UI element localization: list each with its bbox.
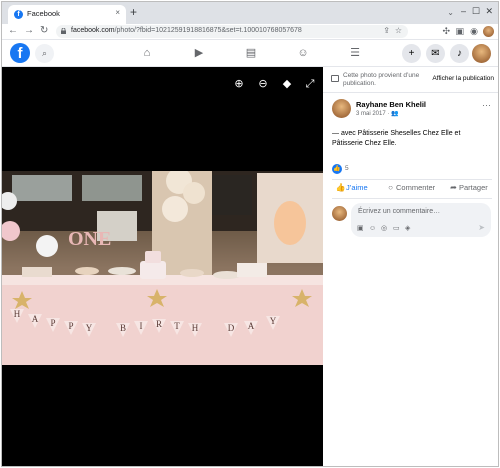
home-icon[interactable]: ⌂ — [140, 46, 154, 60]
groups-icon[interactable]: ☺ — [296, 46, 310, 60]
tab-facebook[interactable]: f Facebook × — [8, 5, 126, 24]
minimize-button[interactable]: – — [461, 6, 466, 16]
avatar-sticker-icon[interactable]: ▣ — [357, 224, 369, 232]
bookmark-star-icon[interactable]: ☆ — [395, 26, 402, 35]
thumbs-up-icon: 👍 — [335, 183, 346, 192]
menu-icon[interactable]: ☰ — [348, 46, 362, 60]
emoji-icon[interactable]: ☺ — [369, 225, 381, 232]
photo-notice-text: Cette photo provient d’une publication. — [343, 72, 420, 87]
tab-strip: f Facebook × + ⌄ – ☐ ✕ — [2, 2, 498, 24]
svg-text:R: R — [156, 319, 162, 329]
lock-icon — [61, 28, 66, 34]
reload-button[interactable]: ↻ — [40, 25, 48, 37]
svg-text:Y: Y — [270, 316, 277, 326]
svg-text:A: A — [248, 321, 255, 331]
search-icon[interactable]: ⌕ — [35, 44, 54, 63]
sticker-icon[interactable]: ◈ — [405, 224, 417, 232]
profile-extension-icon[interactable]: ◉ — [470, 26, 478, 36]
gif-icon[interactable]: ▭ — [393, 224, 405, 232]
comment-icon: ○ — [388, 183, 393, 192]
svg-text:P: P — [68, 321, 73, 331]
share-button[interactable]: ➦ Partager — [448, 183, 488, 195]
new-tab-button[interactable]: + — [130, 6, 137, 18]
browser-window: f Facebook × + ⌄ – ☐ ✕ ← → ↻ facebook.co… — [1, 1, 499, 467]
extensions-icon[interactable]: ✣ — [442, 26, 450, 36]
forward-button[interactable]: → — [24, 25, 34, 37]
svg-text:D: D — [228, 323, 235, 333]
more-options-icon[interactable]: ··· — [482, 100, 491, 110]
maximize-button[interactable]: ☐ — [472, 6, 480, 16]
divider — [323, 92, 498, 93]
commenter-avatar — [332, 206, 347, 221]
like-button[interactable]: 👍J’aime — [335, 183, 368, 195]
audience-friends-icon: 👥 — [391, 111, 399, 117]
comment-label: Commenter — [396, 183, 436, 192]
browser-toolbar: ← → ↻ facebook.com/photo/?fbid=102125919… — [2, 24, 498, 39]
view-post-link[interactable]: Afficher la publication — [432, 75, 494, 82]
browser-profile-avatar[interactable] — [483, 26, 494, 37]
fullscreen-icon[interactable]: ⤢ — [303, 77, 317, 91]
svg-text:H: H — [192, 323, 199, 333]
post-caption: — avec Pâtisserie Sheselles Chez Elle et… — [332, 130, 461, 147]
facebook-logo-icon[interactable]: f — [10, 43, 30, 63]
back-button[interactable]: ← — [8, 25, 18, 37]
close-window-button[interactable]: ✕ — [485, 6, 493, 16]
side-panel-icon[interactable]: ▣ — [455, 26, 464, 36]
photo-illustration: ONE H A P P Y B I R T H D A Y — [2, 171, 323, 365]
zoom-out-icon[interactable]: ⊖ — [256, 77, 270, 91]
photo-viewer: ⊕ ⊖ ◆ ⤢ ONE H A P P Y B I R T H D A Y — [2, 67, 323, 466]
svg-text:B: B — [120, 323, 126, 333]
comment-placeholder: Écrivez un commentaire… — [358, 208, 441, 215]
svg-text:H: H — [14, 309, 21, 319]
send-icon[interactable]: ➤ — [478, 223, 485, 232]
svg-text:Y: Y — [86, 323, 93, 333]
svg-text:A: A — [32, 314, 39, 324]
svg-text:I: I — [140, 321, 143, 331]
reaction-count[interactable]: 5 — [345, 165, 349, 172]
share-arrow-icon: ➦ — [450, 183, 457, 192]
zoom-in-icon[interactable]: ⊕ — [232, 77, 246, 91]
author-name[interactable]: Rayhane Ben Khelil — [356, 100, 426, 109]
address-bar[interactable]: facebook.com/photo/?fbid=102125919188168… — [56, 25, 408, 38]
url-path: /photo/?fbid=10212591918816875&set=t.100… — [114, 27, 302, 34]
svg-text:ONE: ONE — [68, 228, 111, 250]
account-avatar[interactable] — [472, 44, 491, 63]
like-reaction-icon[interactable]: 👍 — [332, 164, 342, 174]
divider — [332, 179, 492, 180]
messenger-icon[interactable]: ✉ — [426, 44, 445, 63]
share-label: Partager — [459, 183, 488, 192]
url-text: facebook.com/photo/?fbid=102125919188168… — [71, 27, 302, 34]
camera-icon[interactable]: ◎ — [381, 224, 393, 232]
divider — [332, 198, 492, 199]
comment-input[interactable]: Écrivez un commentaire… ▣ ☺ ◎ ▭ ◈ ➤ — [351, 203, 491, 237]
photo-notice-icon — [331, 75, 339, 82]
svg-text:P: P — [50, 318, 55, 328]
like-label: J’aime — [346, 183, 368, 192]
share-page-icon[interactable]: ⇪ — [383, 26, 390, 35]
tab-title: Facebook — [27, 9, 60, 18]
birthday-party-photo: ONE H A P P Y B I R T H D A Y — [2, 171, 323, 365]
facebook-favicon-icon: f — [14, 10, 23, 19]
tab-search-icon[interactable]: ⌄ — [447, 8, 454, 17]
comment-tools: ▣ ☺ ◎ ▭ ◈ — [357, 224, 417, 232]
watch-video-icon[interactable]: ▶ — [192, 46, 206, 60]
url-host: facebook.com — [71, 27, 115, 34]
facebook-header: f ⌕ ⌂ ▶ ▤ ☺ ☰ + ✉ ♪ — [2, 39, 498, 67]
comment-button[interactable]: ○ Commenter — [385, 183, 435, 195]
post-panel: Cette photo provient d’une publication. … — [323, 67, 498, 466]
post-date[interactable]: 3 mai 2017 · 👥 — [356, 110, 399, 117]
tag-icon[interactable]: ◆ — [280, 77, 294, 91]
post-date-text: 3 mai 2017 · — [356, 111, 390, 117]
tab-close-icon[interactable]: × — [115, 8, 120, 17]
notifications-bell-icon[interactable]: ♪ — [450, 44, 469, 63]
author-avatar[interactable] — [332, 99, 351, 118]
marketplace-icon[interactable]: ▤ — [244, 46, 258, 60]
svg-text:T: T — [174, 321, 180, 331]
create-button[interactable]: + — [402, 44, 421, 63]
